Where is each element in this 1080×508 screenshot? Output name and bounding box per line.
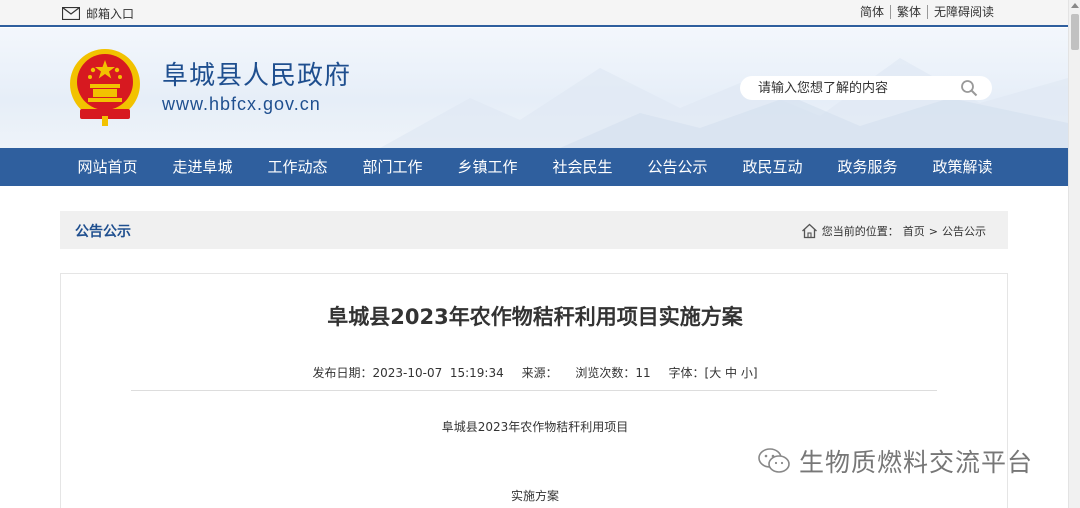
publish-date-value: 2023-10-07 15:19:34: [372, 366, 504, 380]
article-paragraph: 实施方案: [510, 489, 559, 503]
source: 来源：: [522, 366, 558, 380]
nav-item-work-news[interactable]: 工作动态: [250, 148, 345, 186]
nav-item-about[interactable]: 走进阜城: [155, 148, 250, 186]
home-icon: [801, 223, 817, 239]
view-count-label: 浏览次数：: [575, 366, 636, 380]
mail-entry-label: 邮箱入口: [86, 7, 135, 21]
view-count-value: 11: [635, 366, 651, 380]
search-input[interactable]: [758, 79, 958, 97]
scrollbar-thumb[interactable]: [1071, 14, 1079, 50]
mail-entry-link[interactable]: 邮箱入口: [62, 5, 134, 22]
wechat-watermark: 生物质燃料交流平台: [757, 443, 1033, 479]
site-url: www.hbfcx.gov.cn: [162, 94, 321, 114]
article-title: 阜城县2023年农作物秸秆利用项目实施方案: [327, 305, 743, 329]
font-size: 字体：[大 中 小]: [669, 366, 758, 380]
search-icon[interactable]: [960, 79, 978, 97]
lang-simplified-link[interactable]: 简体: [854, 5, 890, 19]
national-emblem-icon: [70, 49, 140, 126]
wechat-icon: [758, 448, 790, 473]
nav-item-livelihood[interactable]: 社会民生: [535, 148, 630, 186]
nav-item-services[interactable]: 政务服务: [820, 148, 915, 186]
page-scrollbar[interactable]: [1068, 0, 1080, 508]
nav-item-townships[interactable]: 乡镇工作: [440, 148, 535, 186]
mail-icon: [62, 7, 80, 20]
article-meta: 发布日期：2023-10-07 15:19:34 来源： 浏览次数：11 字体：…: [61, 364, 1009, 381]
breadcrumb-prefix: 您当前的位置：: [821, 225, 899, 238]
source-label: 来源：: [521, 366, 558, 380]
language-switcher: 简体 繁体 无障碍阅读: [854, 5, 1000, 19]
main-nav: 网站首页 走进阜城 工作动态 部门工作 乡镇工作 社会民生 公告公示 政民互动 …: [0, 148, 1068, 186]
watermark-text: 生物质燃料交流平台: [799, 448, 1034, 477]
nav-item-interaction[interactable]: 政民互动: [725, 148, 820, 186]
meta-divider: [131, 390, 937, 391]
article-paragraph: 阜城县2023年农作物秸秆利用项目: [441, 420, 629, 434]
breadcrumb-separator: >: [928, 224, 938, 238]
breadcrumb-home-link[interactable]: 首页: [903, 223, 925, 239]
accessibility-link[interactable]: 无障碍阅读: [926, 5, 1000, 19]
search-box: [740, 76, 992, 100]
site-header: 阜城县人民政府 www.hbfcx.gov.cn: [0, 28, 1068, 148]
nav-item-announcements[interactable]: 公告公示: [630, 148, 725, 186]
section-title: 公告公示: [75, 224, 131, 240]
view-count: 浏览次数：11: [575, 366, 650, 380]
nav-item-home[interactable]: 网站首页: [60, 148, 155, 186]
publish-date: 发布日期：2023-10-07 15:19:34: [312, 366, 503, 380]
nav-item-policy[interactable]: 政策解读: [915, 148, 1010, 186]
nav-item-departments[interactable]: 部门工作: [345, 148, 440, 186]
breadcrumb: 您当前的位置： 首页 > 公告公示: [801, 223, 986, 239]
scroll-up-arrow-icon[interactable]: [1071, 3, 1079, 8]
font-size-options[interactable]: [大 中 小]: [705, 366, 758, 380]
breadcrumb-current-link[interactable]: 公告公示: [942, 223, 986, 239]
section-bar: 公告公示 您当前的位置： 首页 > 公告公示: [60, 211, 1008, 249]
font-size-label: 字体：: [668, 366, 705, 380]
lang-traditional-link[interactable]: 繁体: [889, 5, 927, 19]
publish-date-label: 发布日期：: [312, 366, 373, 380]
top-utility-bar: 邮箱入口 简体 繁体 无障碍阅读: [0, 0, 1068, 27]
site-title: 阜城县人民政府: [162, 61, 352, 91]
